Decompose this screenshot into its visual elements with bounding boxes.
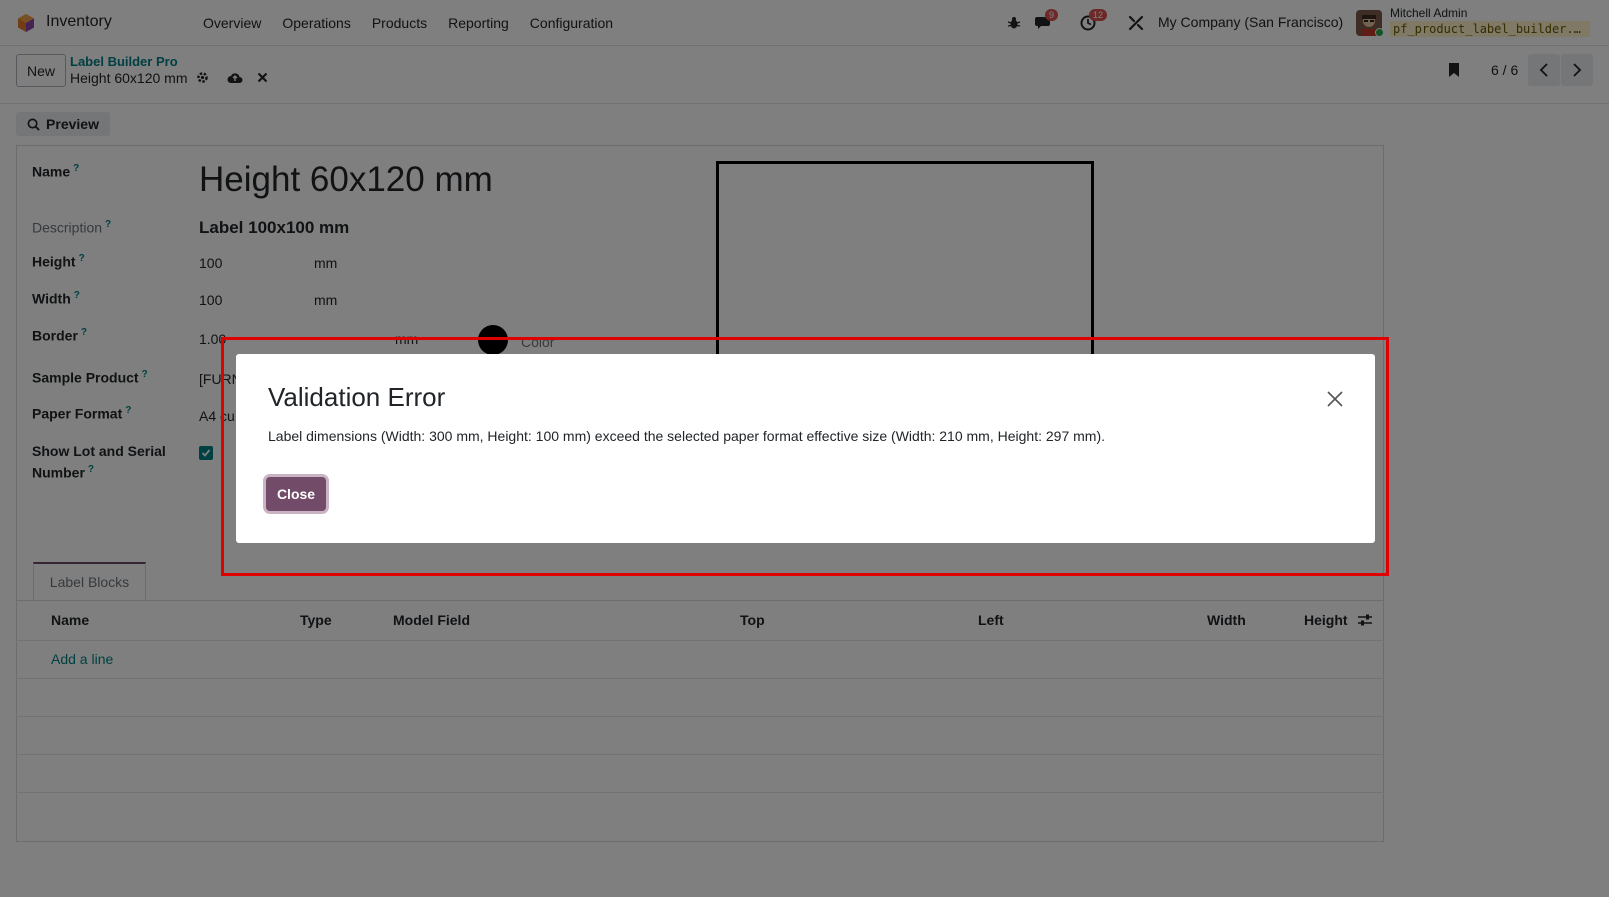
validation-error-dialog: Validation Error Label dimensions (Width… — [236, 354, 1375, 543]
dialog-title: Validation Error — [268, 382, 446, 412]
close-button[interactable]: Close — [266, 477, 326, 511]
close-icon[interactable] — [1323, 387, 1347, 411]
dialog-message: Label dimensions (Width: 300 mm, Height:… — [268, 428, 1105, 444]
